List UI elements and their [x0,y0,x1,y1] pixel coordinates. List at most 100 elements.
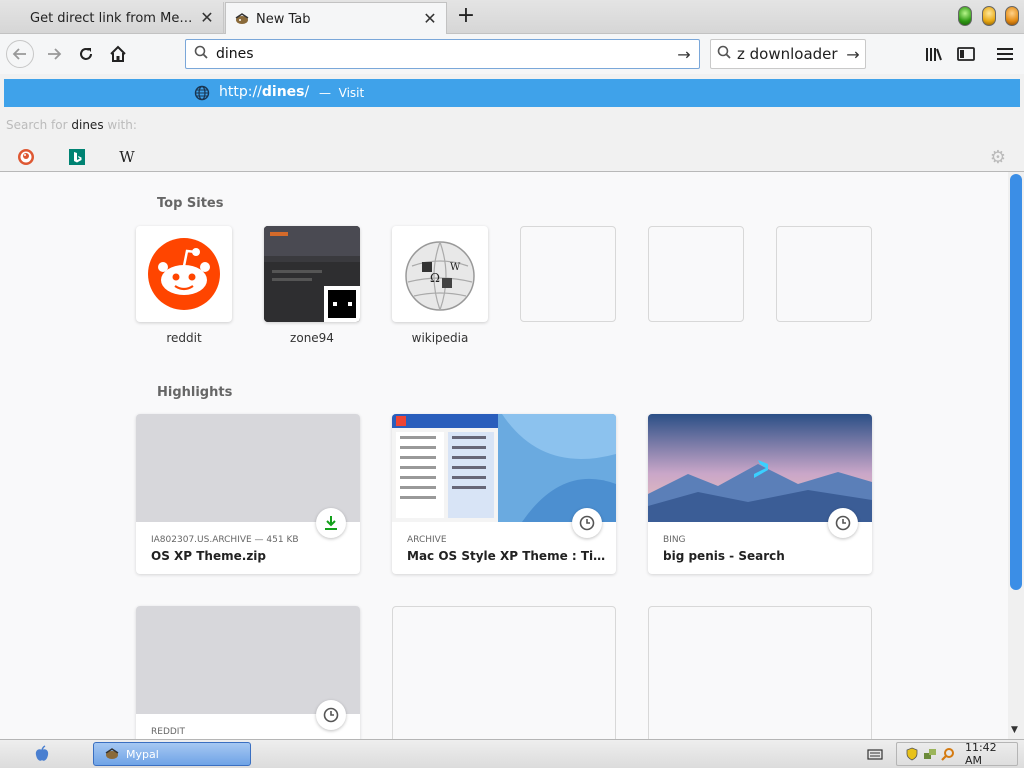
search-for-label: Search for dines with: [6,118,137,132]
wikipedia-icon[interactable]: W [117,147,137,167]
highlight-card[interactable]: IA802307.US.ARCHIVE — 451 KB OS XP Theme… [136,414,360,574]
highlight-title: OS XP Theme.zip [151,549,267,563]
empty-site-placeholder [776,226,872,322]
mypal-favicon-icon [234,12,250,26]
sidebar-icon [957,47,975,61]
maximize-button[interactable] [958,6,972,26]
clock-icon [572,508,602,538]
search-input[interactable]: z downloader [737,45,841,63]
minimize-button[interactable] [982,6,996,26]
highlight-thumbnail [648,414,872,522]
top-site-zone94[interactable]: zone94 [264,226,360,345]
url-input[interactable]: dines [216,46,669,62]
taskbar-item-mypal[interactable]: Mypal [93,742,251,766]
shield-icon[interactable] [905,747,919,761]
new-tab-page: Top Sites reddit zone94 Ω W wikipedia Hi… [0,172,1008,739]
reload-button[interactable] [72,40,100,68]
mypal-icon [104,747,120,761]
zone94-thumbnail [264,226,360,322]
top-site-label: wikipedia [411,331,469,345]
empty-site-placeholder [648,226,744,322]
sidebar-button[interactable] [954,42,978,66]
new-tab-button[interactable]: + [452,4,480,30]
wikipedia-icon: Ω W [392,226,488,322]
highlight-source: REDDIT [151,727,185,737]
highlight-card[interactable]: REDDIT [136,606,360,739]
library-icon [926,48,942,61]
search-icon [711,45,737,63]
close-tab-icon[interactable]: ✕ [199,10,215,26]
top-sites-heading: Top Sites [157,196,224,211]
forward-button[interactable] [40,40,68,68]
globe-icon [194,85,210,101]
suggestion-action: — Visit [319,86,365,100]
top-site-wikipedia[interactable]: Ω W wikipedia [392,226,488,345]
highlight-thumbnail [136,414,360,522]
url-autocomplete-popup: http://dines/ — Visit Search for dines w… [0,74,1024,172]
top-site-empty[interactable] [648,226,744,322]
tab-title: New Tab [256,11,311,27]
tab-title: Get direct link from Mega.N… [30,10,199,26]
hamburger-icon [997,48,1013,60]
search-bar[interactable]: z downloader → [710,39,866,69]
download-icon [316,508,346,538]
top-site-empty[interactable] [776,226,872,322]
duckduckgo-icon[interactable] [16,147,36,167]
highlight-card[interactable]: BING big penis - Search [648,414,872,574]
url-bar[interactable]: dines → [185,39,700,69]
top-site-reddit[interactable]: reddit [136,226,232,345]
vertical-scrollbar[interactable]: ▼ [1008,172,1024,739]
highlight-thumbnail [392,414,616,522]
go-arrow-icon[interactable]: → [669,45,699,64]
taskbar-item-label: Mypal [126,747,159,761]
apple-menu-icon[interactable] [33,745,51,763]
top-site-label: reddit [166,331,202,345]
go-arrow-icon[interactable]: → [841,45,865,64]
suggestion-url: http://dines/ [219,84,310,100]
highlight-source: BING [663,535,686,545]
menu-button[interactable] [993,42,1017,66]
empty-site-placeholder [520,226,616,322]
highlight-thumbnail [136,606,360,714]
highlight-placeholder [392,606,616,739]
highlight-card[interactable]: ARCHIVE Mac OS Style XP Theme : Timdo... [392,414,616,574]
search-icon[interactable] [941,747,955,761]
home-button[interactable] [104,40,132,68]
clock[interactable]: 11:42 AM [965,741,1017,767]
highlight-title: big penis - Search [663,549,785,563]
clock-icon [828,508,858,538]
reddit-icon [136,226,232,322]
navigation-toolbar: dines → z downloader → [0,34,1024,74]
back-button[interactable] [6,40,34,68]
home-icon [110,45,126,62]
tab-mega[interactable]: Get direct link from Mega.N… ✕ [0,2,224,34]
gear-icon[interactable]: ⚙ [988,147,1008,168]
scroll-down-arrow-icon[interactable]: ▼ [1011,725,1018,735]
svg-text:W: W [450,262,461,273]
tab-strip: Get direct link from Mega.N… ✕ New Tab ✕… [0,0,1024,35]
highlights-heading: Highlights [157,385,233,400]
scrollbar-thumb[interactable] [1010,174,1022,590]
taskbar: Mypal 11:42 AM [0,739,1024,768]
top-site-empty[interactable] [520,226,616,322]
tab-new-tab[interactable]: New Tab ✕ [225,2,447,35]
system-tray: 11:42 AM [896,741,1018,767]
keyboard-icon[interactable] [866,745,884,763]
highlight-source: IA802307.US.ARCHIVE — 451 KB [151,535,299,545]
highlight-title: Mac OS Style XP Theme : Timdo... [407,549,607,563]
highlight-source: ARCHIVE [407,535,447,545]
library-button[interactable] [922,42,946,66]
network-icon[interactable] [923,747,937,761]
suggestion-visit[interactable]: http://dines/ — Visit [4,79,1020,107]
reload-icon [80,48,92,60]
svg-text:Ω: Ω [430,271,440,285]
highlight-placeholder [648,606,872,739]
clock-icon [316,700,346,730]
arrow-right-icon [48,48,62,60]
close-tab-icon[interactable]: ✕ [422,11,438,27]
top-site-label: zone94 [290,331,334,345]
close-window-button[interactable] [1005,6,1019,26]
bing-icon[interactable] [67,147,87,167]
one-off-search-engines: W ⚙ [0,144,1024,170]
arrow-left-icon [12,48,26,60]
